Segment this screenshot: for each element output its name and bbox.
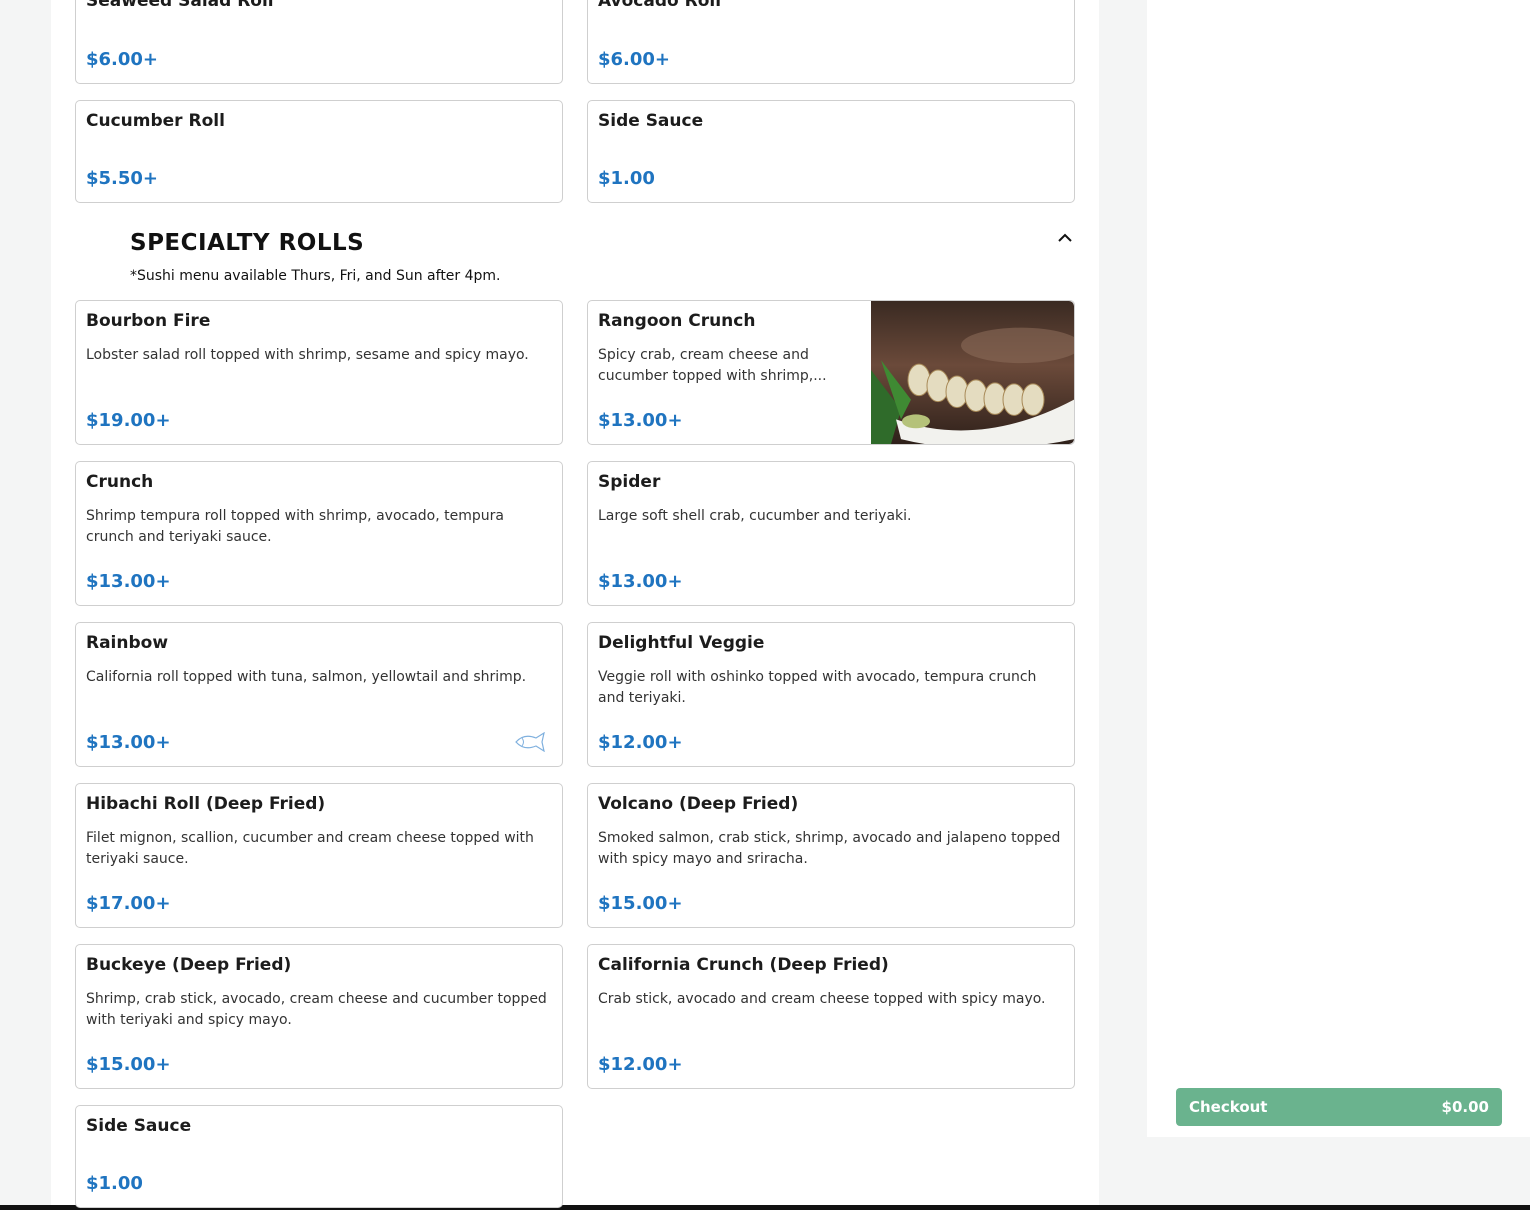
item-description: Smoked salmon, crab stick, shrimp, avoca… (598, 830, 1061, 867)
item-description: California roll topped with tuna, salmon… (86, 669, 527, 685)
item-price: $13.00+ (86, 732, 171, 753)
item-name: Bourbon Fire (86, 311, 211, 331)
sushi-roll-photo (871, 301, 1074, 444)
menu-item-card[interactable]: Rangoon Crunch Spicy crab, cream cheese … (587, 300, 1075, 445)
item-name: Cucumber Roll (86, 111, 225, 131)
item-price: $12.00+ (598, 732, 683, 753)
item-description: Shrimp, crab stick, avocado, cream chees… (86, 991, 547, 1028)
menu-item-card[interactable]: Buckeye (Deep Fried) Shrimp, crab stick,… (75, 944, 563, 1089)
item-price: $5.50+ (86, 168, 159, 189)
item-name: Hibachi Roll (Deep Fried) (86, 794, 326, 814)
item-name: Seaweed Salad Roll (86, 0, 274, 11)
menu-item-card[interactable]: Cucumber Roll $5.50+ (75, 100, 563, 203)
collapse-section-button[interactable] (1054, 228, 1076, 246)
menu-item-card[interactable]: Side Sauce $1.00 (75, 1105, 563, 1208)
fish-icon (515, 732, 545, 752)
chevron-up-icon (1058, 233, 1072, 242)
item-price: $15.00+ (598, 893, 683, 914)
menu-item-card[interactable]: Rainbow California roll topped with tuna… (75, 622, 563, 767)
menu-item-card[interactable]: Crunch Shrimp tempura roll topped with s… (75, 461, 563, 606)
section-title: SPECIALTY ROLLS (130, 230, 365, 256)
cart-total: $0.00 (1441, 1098, 1489, 1116)
item-description: Veggie roll with oshinko topped with avo… (598, 669, 1037, 706)
item-price: $6.00+ (86, 49, 159, 70)
item-name: Delightful Veggie (598, 633, 765, 653)
item-description: Shrimp tempura roll topped with shrimp, … (86, 508, 504, 545)
item-description: Spicy crab, cream cheese and cucumber to… (598, 347, 827, 384)
item-name: Volcano (Deep Fried) (598, 794, 799, 814)
checkout-button[interactable]: Checkout $0.00 (1176, 1088, 1502, 1126)
checkout-label: Checkout (1189, 1098, 1268, 1116)
item-price: $1.00 (86, 1173, 143, 1194)
item-name: Rangoon Crunch (598, 311, 756, 331)
menu-item-card[interactable]: California Crunch (Deep Fried) Crab stic… (587, 944, 1075, 1089)
item-description: Crab stick, avocado and cream cheese top… (598, 991, 1046, 1007)
item-price: $15.00+ (86, 1054, 171, 1075)
section-availability-note: *Sushi menu available Thurs, Fri, and Su… (130, 268, 501, 284)
menu-item-card[interactable]: Avocado Roll $6.00+ (587, 0, 1075, 84)
cart-panel (1147, 0, 1530, 1137)
item-description: Lobster salad roll topped with shrimp, s… (86, 347, 529, 363)
item-price: $19.00+ (86, 410, 171, 431)
menu-item-card[interactable]: Bourbon Fire Lobster salad roll topped w… (75, 300, 563, 445)
menu-item-card[interactable]: Delightful Veggie Veggie roll with oshin… (587, 622, 1075, 767)
item-name: Side Sauce (86, 1116, 192, 1136)
item-name: Buckeye (Deep Fried) (86, 955, 292, 975)
item-price: $13.00+ (598, 571, 683, 592)
menu-item-card[interactable]: Volcano (Deep Fried) Smoked salmon, crab… (587, 783, 1075, 928)
menu-item-card[interactable]: Side Sauce $1.00 (587, 100, 1075, 203)
item-name: Rainbow (86, 633, 169, 653)
menu-item-card[interactable]: Hibachi Roll (Deep Fried) Filet mignon, … (75, 783, 563, 928)
menu-item-card[interactable]: Seaweed Salad Roll $6.00+ (75, 0, 563, 84)
item-description: Filet mignon, scallion, cucumber and cre… (86, 830, 534, 867)
item-price: $17.00+ (86, 893, 171, 914)
item-name: Avocado Roll (598, 0, 722, 11)
item-price: $13.00+ (86, 571, 171, 592)
item-price: $13.00+ (598, 410, 683, 431)
item-price: $12.00+ (598, 1054, 683, 1075)
menu-item-card[interactable]: Spider Large soft shell crab, cucumber a… (587, 461, 1075, 606)
item-description: Large soft shell crab, cucumber and teri… (598, 508, 912, 524)
item-name: California Crunch (Deep Fried) (598, 955, 889, 975)
item-name: Spider (598, 472, 661, 492)
item-name: Side Sauce (598, 111, 704, 131)
item-name: Crunch (86, 472, 154, 492)
item-price: $1.00 (598, 168, 655, 189)
item-price: $6.00+ (598, 49, 671, 70)
